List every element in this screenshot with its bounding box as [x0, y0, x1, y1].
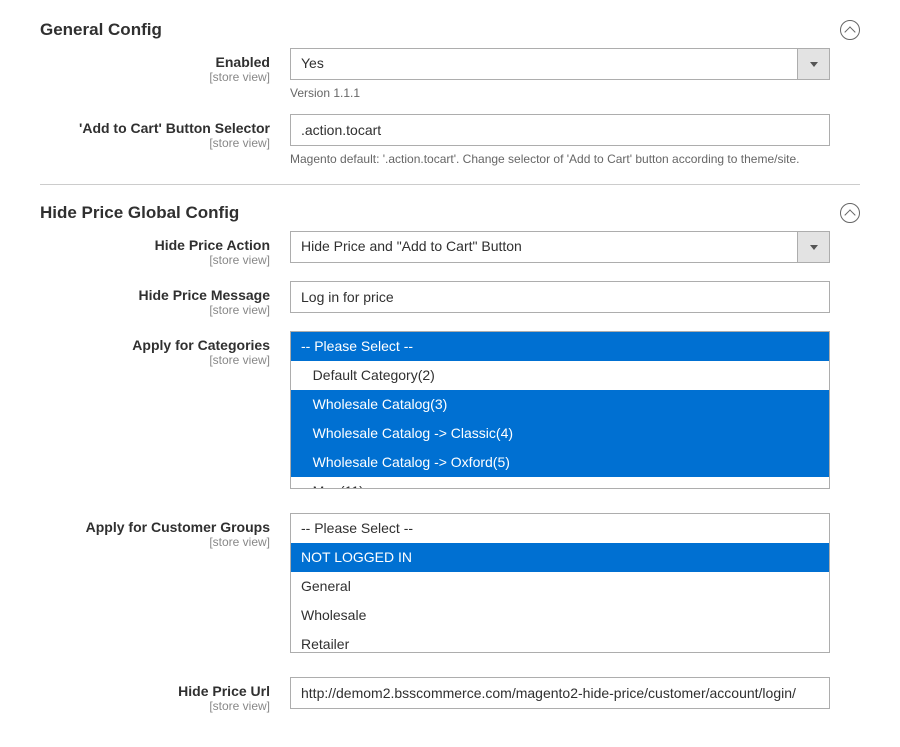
field-selector: 'Add to Cart' Button Selector [store vie…: [40, 114, 860, 166]
field-label-col: Enabled [store view]: [40, 48, 290, 84]
list-option[interactable]: General: [291, 572, 829, 601]
field-label-col: Hide Price Message [store view]: [40, 281, 290, 317]
select-value: Yes: [290, 48, 798, 80]
field-label-col: Hide Price Action [store view]: [40, 231, 290, 267]
field-scope: [store view]: [40, 253, 270, 267]
field-scope: [store view]: [40, 699, 270, 713]
select-value: Hide Price and "Add to Cart" Button: [290, 231, 798, 263]
section-title-hideprice: Hide Price Global Config: [40, 203, 239, 223]
field-label-col: Hide Price Url [store view]: [40, 677, 290, 713]
field-control: -- Please Select -- Default Category(2) …: [290, 331, 830, 489]
field-label-col: Apply for Categories [store view]: [40, 331, 290, 367]
field-hide-price-url: Hide Price Url [store view]: [40, 677, 860, 713]
field-enabled: Enabled [store view] Yes Version 1.1.1: [40, 48, 860, 100]
chevron-down-icon[interactable]: [798, 231, 830, 263]
list-option[interactable]: Wholesale Catalog(3): [291, 390, 829, 419]
categories-listbox[interactable]: -- Please Select -- Default Category(2) …: [290, 331, 830, 489]
list-option[interactable]: Wholesale: [291, 601, 829, 630]
field-control: [290, 677, 830, 709]
collapse-icon[interactable]: [840, 20, 860, 40]
field-scope: [store view]: [40, 535, 270, 549]
collapse-icon[interactable]: [840, 203, 860, 223]
enabled-select[interactable]: Yes: [290, 48, 830, 80]
field-hint: Version 1.1.1: [290, 86, 830, 100]
field-scope: [store view]: [40, 353, 270, 367]
selector-input[interactable]: [290, 114, 830, 146]
list-option[interactable]: Men(11): [291, 477, 829, 489]
section-title-general: General Config: [40, 20, 162, 40]
field-label: 'Add to Cart' Button Selector: [40, 120, 270, 136]
hide-price-url-input[interactable]: [290, 677, 830, 709]
field-customer-groups: Apply for Customer Groups [store view] -…: [40, 513, 860, 653]
list-option[interactable]: -- Please Select --: [291, 332, 829, 361]
field-control: Hide Price and "Add to Cart" Button: [290, 231, 830, 263]
field-label: Hide Price Action: [40, 237, 270, 253]
hide-price-message-input[interactable]: [290, 281, 830, 313]
section-divider: [40, 184, 860, 185]
field-scope: [store view]: [40, 70, 270, 84]
list-option[interactable]: Wholesale Catalog -> Classic(4): [291, 419, 829, 448]
field-hint: Magento default: '.action.tocart'. Chang…: [290, 152, 830, 166]
list-option[interactable]: Default Category(2): [291, 361, 829, 390]
list-option[interactable]: Retailer: [291, 630, 829, 653]
field-label: Apply for Categories: [40, 337, 270, 353]
field-hide-price-action: Hide Price Action [store view] Hide Pric…: [40, 231, 860, 267]
list-option[interactable]: -- Please Select --: [291, 514, 829, 543]
field-label: Enabled: [40, 54, 270, 70]
hide-price-action-select[interactable]: Hide Price and "Add to Cart" Button: [290, 231, 830, 263]
field-scope: [store view]: [40, 136, 270, 150]
field-label-col: Apply for Customer Groups [store view]: [40, 513, 290, 549]
field-control: Magento default: '.action.tocart'. Chang…: [290, 114, 830, 166]
field-control: Yes Version 1.1.1: [290, 48, 830, 100]
field-hide-price-message: Hide Price Message [store view]: [40, 281, 860, 317]
field-categories: Apply for Categories [store view] -- Ple…: [40, 331, 860, 489]
field-label: Hide Price Url: [40, 683, 270, 699]
groups-listbox[interactable]: -- Please Select --NOT LOGGED INGeneralW…: [290, 513, 830, 653]
field-label: Apply for Customer Groups: [40, 519, 270, 535]
chevron-down-icon[interactable]: [798, 48, 830, 80]
field-control: -- Please Select --NOT LOGGED INGeneralW…: [290, 513, 830, 653]
section-header-general: General Config: [40, 20, 860, 48]
field-label: Hide Price Message: [40, 287, 270, 303]
list-option[interactable]: Wholesale Catalog -> Oxford(5): [291, 448, 829, 477]
field-label-col: 'Add to Cart' Button Selector [store vie…: [40, 114, 290, 150]
field-control: [290, 281, 830, 313]
section-header-hideprice: Hide Price Global Config: [40, 203, 860, 231]
field-scope: [store view]: [40, 303, 270, 317]
list-option[interactable]: NOT LOGGED IN: [291, 543, 829, 572]
